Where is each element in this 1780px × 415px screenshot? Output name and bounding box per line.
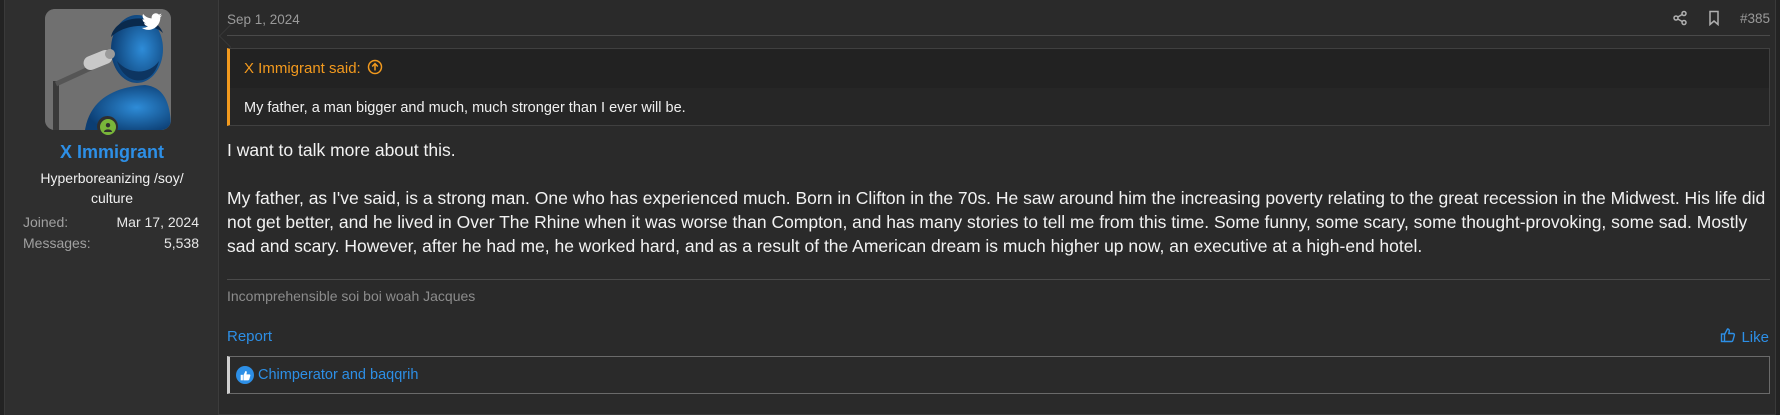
report-link[interactable]: Report xyxy=(227,328,272,345)
thumbs-up-icon xyxy=(1720,327,1736,347)
user-title: Hyperboreanizing /soy/ culture xyxy=(40,170,184,206)
share-icon[interactable] xyxy=(1672,10,1688,26)
reactions-users-link[interactable]: Chimperator and baqqrih xyxy=(258,367,418,383)
quote-text: My father, a man bigger and much, much s… xyxy=(244,100,686,116)
user-sidebar: X Immigrant Hyperboreanizing /soy/ cultu… xyxy=(5,0,231,415)
like-label: Like xyxy=(1741,328,1769,346)
post-attribution: Sep 1, 2024 #385 xyxy=(227,0,1770,36)
post-tools: #385 xyxy=(1672,10,1770,27)
joined-stat: Joined: Mar 17, 2024 xyxy=(23,214,199,230)
avatar[interactable] xyxy=(45,9,171,130)
like-button[interactable]: Like xyxy=(1720,327,1769,347)
reactions-bar: Chimperator and baqqrih xyxy=(227,356,1770,394)
messages-label: Messages: xyxy=(23,235,91,251)
joined-value: Mar 17, 2024 xyxy=(116,214,200,230)
post-main: Sep 1, 2024 #385 X Immigrant said: My fa… xyxy=(219,0,1777,415)
message-body: I want to talk more about this. My fathe… xyxy=(227,138,1772,258)
bookmark-icon[interactable] xyxy=(1706,10,1722,27)
joined-label: Joined: xyxy=(23,214,69,230)
quote-author[interactable]: X Immigrant said: xyxy=(244,60,361,77)
arrow-up-circle-icon[interactable] xyxy=(367,59,383,79)
message-paragraph: I want to talk more about this. xyxy=(227,140,456,160)
post-number-link[interactable]: #385 xyxy=(1740,11,1770,26)
signature: Incomprehensible soi boi woah Jacques xyxy=(227,288,476,304)
like-reaction-icon xyxy=(236,366,254,384)
online-status-icon xyxy=(97,116,118,137)
messages-stat: Messages: 5,538 xyxy=(23,235,199,251)
messages-value: 5,538 xyxy=(163,235,199,251)
signature-divider xyxy=(227,279,1770,280)
username-link[interactable]: X Immigrant xyxy=(5,142,219,163)
message-paragraph: My father, as I've said, is a strong man… xyxy=(227,188,1766,256)
forum-post: X Immigrant Hyperboreanizing /soy/ cultu… xyxy=(4,0,1776,415)
post-date[interactable]: Sep 1, 2024 xyxy=(227,12,300,27)
quote-block: X Immigrant said: My father, a man bigge… xyxy=(227,48,1770,126)
quote-header[interactable]: X Immigrant said: xyxy=(230,49,1769,88)
